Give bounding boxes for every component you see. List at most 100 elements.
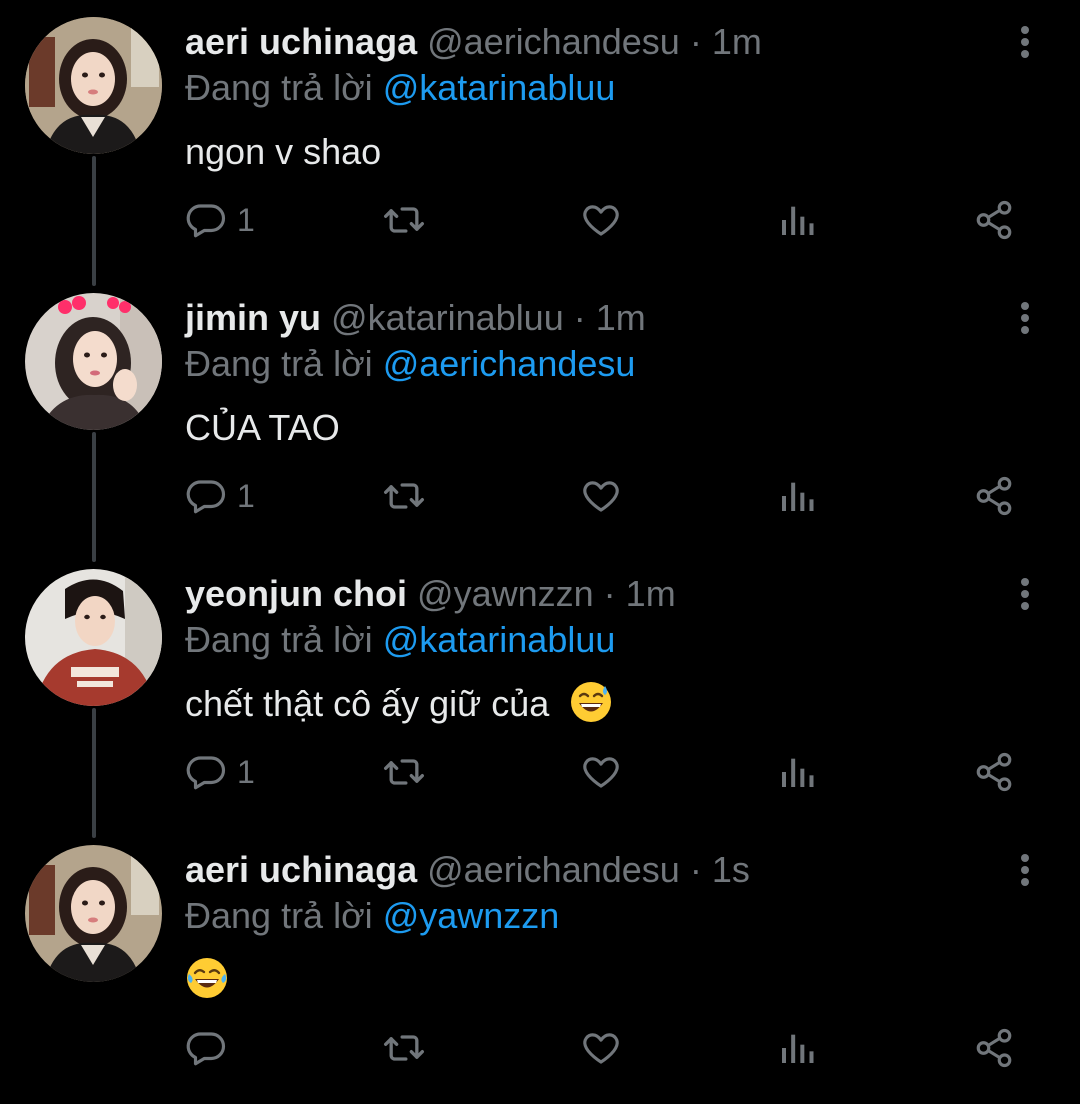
retweet-button[interactable] — [382, 1018, 426, 1078]
reply-button[interactable]: 1 — [185, 190, 255, 250]
like-icon — [583, 205, 619, 236]
more-options-button[interactable] — [1005, 296, 1045, 340]
tweet-text-content: ngon v shao — [185, 131, 382, 172]
header-separator: · — [603, 573, 616, 614]
user-handle[interactable]: @aerichandesu — [427, 849, 680, 890]
display-name[interactable]: aeri uchinaga — [185, 21, 417, 62]
retweet-button[interactable] — [382, 466, 426, 526]
share-button[interactable] — [973, 742, 1015, 802]
tweet[interactable]: aeri uchinaga @aerichandesu · 1s Đang tr… — [0, 828, 1080, 1104]
tweet[interactable]: aeri uchinaga @aerichandesu · 1m Đang tr… — [0, 0, 1080, 286]
reply-mention-link[interactable]: @yawnzzn — [383, 895, 560, 936]
tweet-time[interactable]: 1m — [712, 21, 762, 62]
reply-count: 1 — [237, 477, 255, 514]
retweet-icon — [384, 759, 424, 785]
like-button[interactable] — [580, 1018, 622, 1078]
like-icon — [583, 481, 619, 512]
more-options-button[interactable] — [1005, 848, 1045, 892]
like-button[interactable] — [580, 466, 622, 526]
more-options-button[interactable] — [1005, 572, 1045, 616]
tweet-actions: 1 — [185, 742, 1045, 802]
tweet-text-content: CỦA TAO — [185, 407, 340, 448]
tears-of-joy-emoji — [187, 958, 227, 998]
thread-connector — [92, 708, 96, 838]
display-name[interactable]: yeonjun choi — [185, 573, 407, 614]
tweet-text: ngon v shao — [185, 128, 381, 176]
reply-icon — [186, 1032, 226, 1066]
display-name[interactable]: jimin yu — [185, 297, 321, 338]
analytics-icon — [782, 482, 814, 511]
grinning-sweat-emoji — [571, 682, 612, 722]
share-icon — [976, 476, 1012, 516]
tweet-text — [185, 956, 229, 1004]
display-name[interactable]: aeri uchinaga — [185, 849, 417, 890]
reply-context: Đang trả lời @aerichandesu — [185, 342, 635, 386]
retweet-icon — [384, 1035, 424, 1061]
avatar[interactable] — [25, 17, 162, 154]
tweet[interactable]: yeonjun choi @yawnzzn · 1m Đang trả lời … — [0, 552, 1080, 838]
tweet-actions: 1 — [185, 466, 1045, 526]
retweet-button[interactable] — [382, 190, 426, 250]
reply-mention-link[interactable]: @katarinabluu — [383, 67, 616, 108]
reply-prefix: Đang trả lời — [185, 67, 373, 108]
user-handle[interactable]: @yawnzzn — [417, 573, 594, 614]
share-icon — [976, 200, 1012, 240]
analytics-icon — [782, 1034, 814, 1063]
tweet-header: aeri uchinaga @aerichandesu · 1m — [185, 20, 762, 64]
reply-thread: aeri uchinaga @aerichandesu · 1m Đang tr… — [0, 0, 1080, 1100]
avatar[interactable] — [25, 569, 162, 706]
tweet-time[interactable]: 1m — [596, 297, 646, 338]
analytics-button[interactable] — [777, 190, 817, 250]
thread-connector — [92, 432, 96, 562]
avatar[interactable] — [25, 293, 162, 430]
reply-mention-link[interactable]: @katarinabluu — [383, 619, 616, 660]
reply-context: Đang trả lời @katarinabluu — [185, 66, 615, 110]
thread-connector — [92, 156, 96, 286]
tweet-actions — [185, 1018, 1045, 1078]
reply-count: 1 — [237, 753, 255, 790]
share-button[interactable] — [973, 1018, 1015, 1078]
analytics-button[interactable] — [777, 1018, 817, 1078]
analytics-button[interactable] — [777, 742, 817, 802]
avatar[interactable] — [25, 845, 162, 982]
reply-button[interactable]: 1 — [185, 742, 255, 802]
retweet-icon — [384, 207, 424, 233]
tweet-time[interactable]: 1m — [626, 573, 676, 614]
more-vertical-icon — [1021, 26, 1029, 58]
tweet-text: CỦA TAO — [185, 404, 340, 452]
tweet-header: jimin yu @katarinabluu · 1m — [185, 296, 646, 340]
more-vertical-icon — [1021, 302, 1029, 334]
reply-icon — [186, 480, 226, 514]
tweet-actions: 1 — [185, 190, 1045, 250]
tweet-header: yeonjun choi @yawnzzn · 1m — [185, 572, 676, 616]
share-icon — [976, 1028, 1012, 1068]
share-button[interactable] — [973, 466, 1015, 526]
reply-count: 1 — [237, 201, 255, 238]
reply-icon — [186, 204, 226, 238]
tweet-time[interactable]: 1s — [712, 849, 750, 890]
header-separator: · — [689, 21, 702, 62]
more-vertical-icon — [1021, 854, 1029, 886]
like-button[interactable] — [580, 190, 622, 250]
reply-prefix: Đang trả lời — [185, 343, 373, 384]
retweet-icon — [384, 483, 424, 509]
share-button[interactable] — [973, 190, 1015, 250]
reply-button[interactable] — [185, 1018, 237, 1078]
like-icon — [583, 757, 619, 788]
analytics-icon — [782, 206, 814, 235]
tweet-text-content: chết thật cô ấy giữ của — [185, 683, 560, 724]
user-handle[interactable]: @aerichandesu — [427, 21, 680, 62]
tweet[interactable]: jimin yu @katarinabluu · 1m Đang trả lời… — [0, 276, 1080, 562]
more-options-button[interactable] — [1005, 20, 1045, 64]
analytics-icon — [782, 758, 814, 787]
analytics-button[interactable] — [777, 466, 817, 526]
more-vertical-icon — [1021, 578, 1029, 610]
reply-prefix: Đang trả lời — [185, 895, 373, 936]
like-button[interactable] — [580, 742, 622, 802]
reply-button[interactable]: 1 — [185, 466, 255, 526]
reply-mention-link[interactable]: @aerichandesu — [383, 343, 636, 384]
tweet-text: chết thật cô ấy giữ của — [185, 680, 613, 728]
user-handle[interactable]: @katarinabluu — [331, 297, 564, 338]
header-separator: · — [573, 297, 586, 338]
retweet-button[interactable] — [382, 742, 426, 802]
